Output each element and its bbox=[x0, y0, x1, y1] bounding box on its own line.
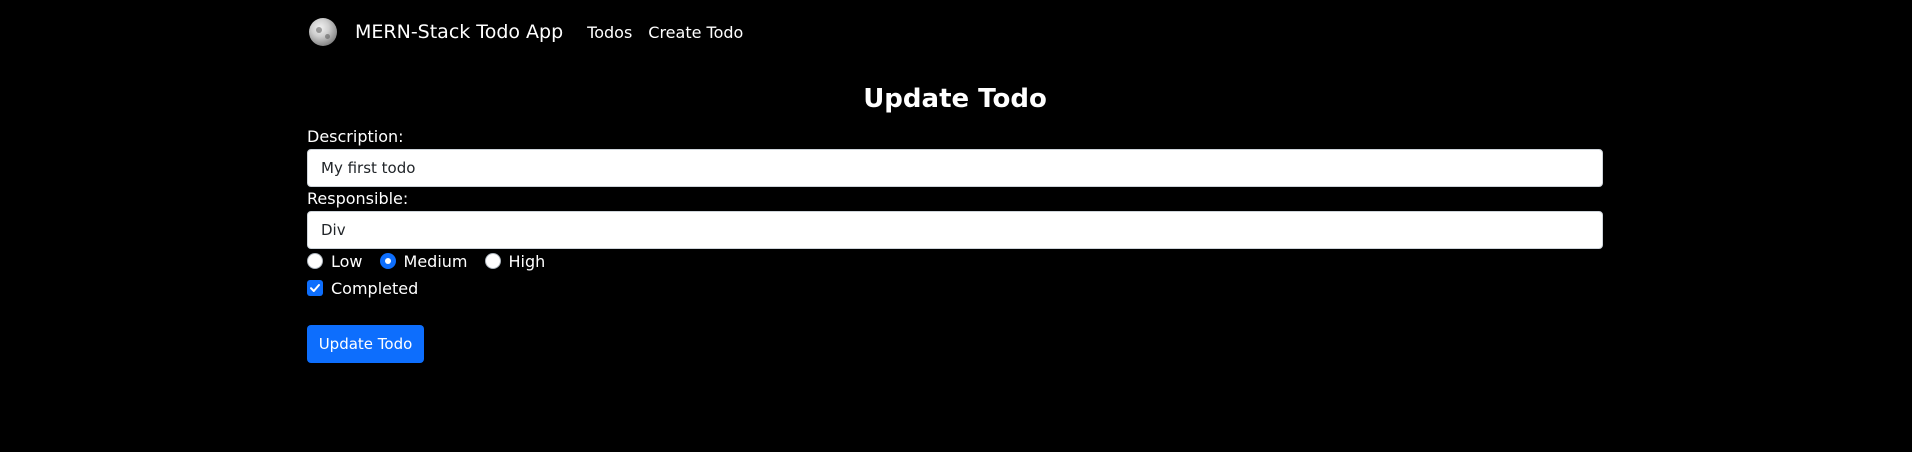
nav-link-todos[interactable]: Todos bbox=[587, 23, 632, 42]
priority-high-radio[interactable] bbox=[484, 253, 501, 269]
priority-low-label[interactable]: Low bbox=[331, 252, 363, 271]
description-label: Description: bbox=[307, 127, 404, 146]
priority-low-radio[interactable] bbox=[307, 253, 323, 269]
priority-medium-radio[interactable] bbox=[379, 253, 396, 269]
checkmark-icon bbox=[310, 284, 320, 292]
update-todo-button[interactable]: Update Todo bbox=[307, 325, 424, 363]
priority-medium-label[interactable]: Medium bbox=[404, 252, 468, 271]
priority-high-label[interactable]: High bbox=[509, 252, 546, 271]
responsible-input[interactable] bbox=[307, 211, 1603, 249]
nav-link-create-todo[interactable]: Create Todo bbox=[648, 23, 743, 42]
responsible-label: Responsible: bbox=[307, 189, 409, 208]
brand-title[interactable]: MERN-Stack Todo App bbox=[355, 21, 563, 43]
completed-checkbox[interactable] bbox=[307, 280, 323, 296]
page-container: MERN-Stack Todo App Todos Create Todo Up… bbox=[307, 0, 1603, 452]
priority-radio-group: Low Medium High bbox=[307, 251, 562, 271]
completed-label[interactable]: Completed bbox=[331, 279, 418, 298]
navbar: MERN-Stack Todo App Todos Create Todo bbox=[307, 0, 1603, 64]
completed-checkbox-row: Completed bbox=[307, 278, 418, 298]
moon-icon[interactable] bbox=[309, 18, 337, 46]
description-input[interactable] bbox=[307, 149, 1603, 187]
page-title: Update Todo bbox=[863, 84, 1047, 114]
